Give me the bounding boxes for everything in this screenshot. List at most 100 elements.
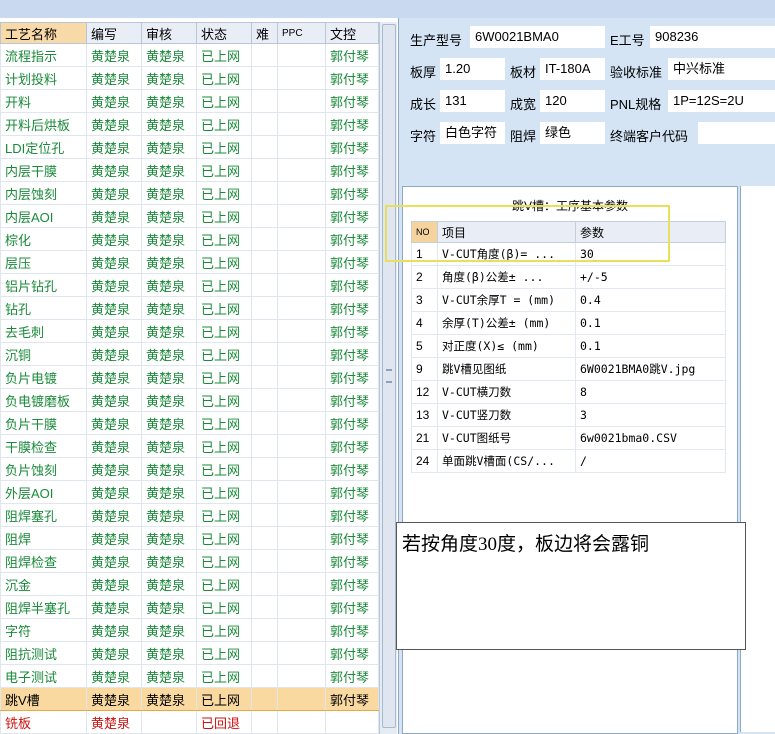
cell-difficulty[interactable] bbox=[251, 181, 278, 205]
cell-author[interactable]: 黄楚泉 bbox=[86, 319, 142, 343]
params-cell-item[interactable]: 跳V槽见图纸 bbox=[437, 357, 576, 381]
params-cell-no[interactable]: 9 bbox=[411, 357, 438, 381]
cell-doc-control[interactable]: 郭付琴 bbox=[325, 641, 379, 665]
cell-status[interactable]: 已上网 bbox=[196, 227, 252, 251]
cell-ppc[interactable] bbox=[277, 434, 326, 458]
cell-author[interactable]: 黄楚泉 bbox=[86, 43, 142, 67]
table-row[interactable]: 阻焊检查 黄楚泉 黄楚泉 已上网 郭付琴 bbox=[0, 549, 379, 573]
cell-reviewer[interactable]: 黄楚泉 bbox=[141, 526, 197, 550]
cell-status[interactable]: 已回退 bbox=[196, 710, 252, 734]
params-cell-value[interactable]: +/-5 bbox=[575, 265, 726, 289]
cell-author[interactable]: 黄楚泉 bbox=[86, 66, 142, 90]
cell-author[interactable]: 黄楚泉 bbox=[86, 365, 142, 389]
cell-process-name[interactable]: 跳V槽 bbox=[0, 687, 87, 711]
cell-author[interactable]: 黄楚泉 bbox=[86, 112, 142, 136]
cell-status[interactable]: 已上网 bbox=[196, 112, 252, 136]
table-row[interactable]: 铣板 黄楚泉 已回退 bbox=[0, 710, 379, 734]
cell-process-name[interactable]: 负片干膜 bbox=[0, 411, 87, 435]
cell-doc-control[interactable]: 郭付琴 bbox=[325, 112, 379, 136]
table-row[interactable]: 开料 黄楚泉 黄楚泉 已上网 郭付琴 bbox=[0, 89, 379, 113]
cell-author[interactable]: 黄楚泉 bbox=[86, 434, 142, 458]
cell-doc-control[interactable]: 郭付琴 bbox=[325, 319, 379, 343]
cell-author[interactable]: 黄楚泉 bbox=[86, 480, 142, 504]
cell-reviewer[interactable]: 黄楚泉 bbox=[141, 549, 197, 573]
cell-difficulty[interactable] bbox=[251, 112, 278, 136]
params-cell-value[interactable]: / bbox=[575, 449, 726, 473]
cell-process-name[interactable]: 铣板 bbox=[0, 710, 87, 734]
cell-difficulty[interactable] bbox=[251, 250, 278, 274]
cell-status[interactable]: 已上网 bbox=[196, 181, 252, 205]
cell-status[interactable]: 已上网 bbox=[196, 89, 252, 113]
params-cell-value[interactable]: 3 bbox=[575, 403, 726, 427]
col-header-difficulty[interactable]: 难 bbox=[251, 22, 278, 44]
cell-reviewer[interactable]: 黄楚泉 bbox=[141, 89, 197, 113]
cell-difficulty[interactable] bbox=[251, 365, 278, 389]
cell-difficulty[interactable] bbox=[251, 411, 278, 435]
col-header-ppc[interactable]: PPC bbox=[277, 22, 326, 44]
params-cell-item[interactable]: V-CUT余厚T = (mm) bbox=[437, 288, 576, 312]
cell-status[interactable]: 已上网 bbox=[196, 66, 252, 90]
cell-doc-control[interactable]: 郭付琴 bbox=[325, 365, 379, 389]
cell-reviewer[interactable]: 黄楚泉 bbox=[141, 641, 197, 665]
cell-doc-control[interactable]: 郭付琴 bbox=[325, 273, 379, 297]
cell-author[interactable]: 黄楚泉 bbox=[86, 388, 142, 412]
params-row[interactable]: 9 跳V槽见图纸 6W0021BMA0跳V.jpg bbox=[411, 357, 726, 381]
cell-doc-control[interactable] bbox=[325, 710, 379, 734]
cell-ppc[interactable] bbox=[277, 112, 326, 136]
table-row[interactable]: 去毛刺 黄楚泉 黄楚泉 已上网 郭付琴 bbox=[0, 319, 379, 343]
table-row[interactable]: 字符 黄楚泉 黄楚泉 已上网 郭付琴 bbox=[0, 618, 379, 642]
cell-status[interactable]: 已上网 bbox=[196, 296, 252, 320]
cell-reviewer[interactable]: 黄楚泉 bbox=[141, 388, 197, 412]
cell-ppc[interactable] bbox=[277, 526, 326, 550]
cell-process-name[interactable]: 开料 bbox=[0, 89, 87, 113]
cell-author[interactable]: 黄楚泉 bbox=[86, 710, 142, 734]
cell-ppc[interactable] bbox=[277, 273, 326, 297]
cell-process-name[interactable]: 流程指示 bbox=[0, 43, 87, 67]
cell-doc-control[interactable]: 郭付琴 bbox=[325, 66, 379, 90]
params-cell-item[interactable]: 余厚(T)公差± (mm) bbox=[437, 311, 576, 335]
table-row[interactable]: 阻焊 黄楚泉 黄楚泉 已上网 郭付琴 bbox=[0, 526, 379, 550]
cell-status[interactable]: 已上网 bbox=[196, 595, 252, 619]
cell-reviewer[interactable] bbox=[141, 710, 197, 734]
cell-difficulty[interactable] bbox=[251, 342, 278, 366]
cell-author[interactable]: 黄楚泉 bbox=[86, 181, 142, 205]
cell-status[interactable]: 已上网 bbox=[196, 342, 252, 366]
cell-reviewer[interactable]: 黄楚泉 bbox=[141, 273, 197, 297]
table-row[interactable]: 电子测试 黄楚泉 黄楚泉 已上网 郭付琴 bbox=[0, 664, 379, 688]
cell-status[interactable]: 已上网 bbox=[196, 434, 252, 458]
cell-difficulty[interactable] bbox=[251, 549, 278, 573]
table-row[interactable]: 内层蚀刻 黄楚泉 黄楚泉 已上网 郭付琴 bbox=[0, 181, 379, 205]
params-cell-item[interactable]: V-CUT角度(β)= ... bbox=[437, 242, 576, 266]
table-row[interactable]: 棕化 黄楚泉 黄楚泉 已上网 郭付琴 bbox=[0, 227, 379, 251]
cell-author[interactable]: 黄楚泉 bbox=[86, 296, 142, 320]
params-cell-item[interactable]: V-CUT竖刀数 bbox=[437, 403, 576, 427]
width-field[interactable]: 120 bbox=[540, 90, 605, 112]
cell-doc-control[interactable]: 郭付琴 bbox=[325, 480, 379, 504]
cell-ppc[interactable] bbox=[277, 687, 326, 711]
cell-difficulty[interactable] bbox=[251, 618, 278, 642]
params-row[interactable]: 2 角度(β)公差± ... +/-5 bbox=[411, 265, 726, 289]
params-cell-value[interactable]: 6W0021BMA0跳V.jpg bbox=[575, 357, 726, 381]
cell-difficulty[interactable] bbox=[251, 66, 278, 90]
table-row[interactable]: 内层干膜 黄楚泉 黄楚泉 已上网 郭付琴 bbox=[0, 158, 379, 182]
table-row[interactable]: 沉金 黄楚泉 黄楚泉 已上网 郭付琴 bbox=[0, 572, 379, 596]
cell-difficulty[interactable] bbox=[251, 434, 278, 458]
cell-difficulty[interactable] bbox=[251, 572, 278, 596]
cell-author[interactable]: 黄楚泉 bbox=[86, 572, 142, 596]
params-row[interactable]: 24 单面跳V槽面(CS/... / bbox=[411, 449, 726, 473]
cell-ppc[interactable] bbox=[277, 227, 326, 251]
cell-process-name[interactable]: 内层干膜 bbox=[0, 158, 87, 182]
cell-doc-control[interactable]: 郭付琴 bbox=[325, 595, 379, 619]
cell-status[interactable]: 已上网 bbox=[196, 388, 252, 412]
table-row[interactable]: 负片干膜 黄楚泉 黄楚泉 已上网 郭付琴 bbox=[0, 411, 379, 435]
cell-difficulty[interactable] bbox=[251, 641, 278, 665]
table-row[interactable]: 铝片钻孔 黄楚泉 黄楚泉 已上网 郭付琴 bbox=[0, 273, 379, 297]
cell-status[interactable]: 已上网 bbox=[196, 411, 252, 435]
cell-doc-control[interactable]: 郭付琴 bbox=[325, 664, 379, 688]
cell-ppc[interactable] bbox=[277, 89, 326, 113]
cell-difficulty[interactable] bbox=[251, 595, 278, 619]
cell-doc-control[interactable]: 郭付琴 bbox=[325, 89, 379, 113]
table-row[interactable]: 负电镀磨板 黄楚泉 黄楚泉 已上网 郭付琴 bbox=[0, 388, 379, 412]
cell-process-name[interactable]: 去毛刺 bbox=[0, 319, 87, 343]
eno-field[interactable]: 908236 bbox=[650, 26, 775, 48]
